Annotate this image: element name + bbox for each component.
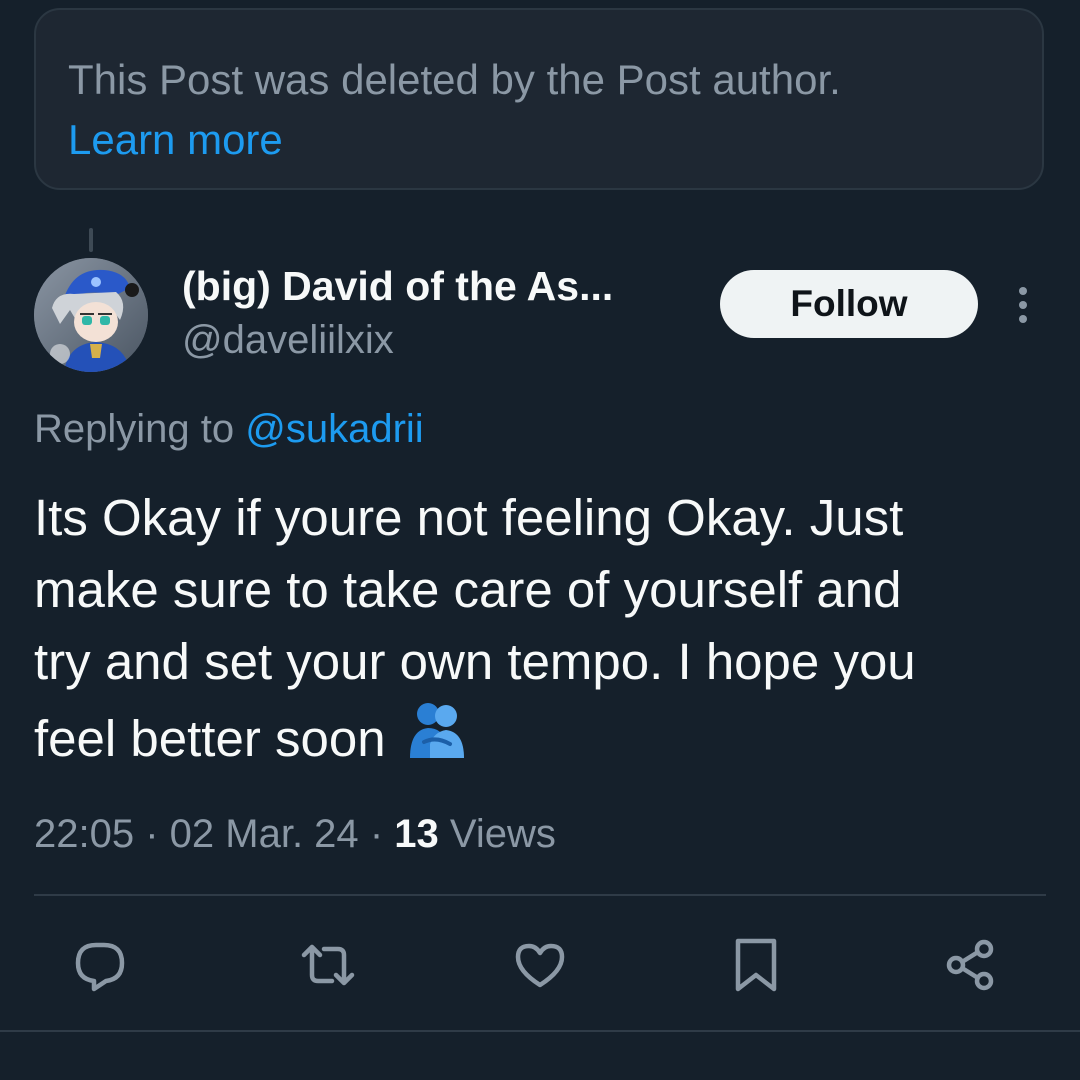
post-text-line: try and set your own tempo. I hope you bbox=[34, 633, 916, 690]
post-text: Its Okay if youre not feeling Okay. Just… bbox=[34, 482, 1044, 775]
replying-prefix: Replying to bbox=[34, 407, 235, 451]
repost-icon bbox=[301, 944, 355, 986]
replying-to-line: Replying to @sukadrii bbox=[34, 402, 424, 456]
learn-more-link[interactable]: Learn more bbox=[68, 110, 283, 170]
bookmark-icon bbox=[735, 938, 777, 992]
reply-icon bbox=[75, 942, 125, 992]
post-text-line: make sure to take care of yourself and bbox=[34, 561, 902, 618]
share-icon bbox=[946, 939, 994, 991]
bookmark-button[interactable] bbox=[721, 930, 791, 1000]
reply-button[interactable] bbox=[65, 930, 135, 1000]
separator-dot: · bbox=[145, 812, 170, 856]
people-hugging-emoji-icon bbox=[409, 703, 464, 758]
divider bbox=[34, 894, 1046, 896]
thread-connector-line bbox=[89, 228, 93, 252]
post-detail-page: This Post was deleted by the Post author… bbox=[0, 0, 1080, 1080]
author-handle[interactable]: @daveliilxix bbox=[182, 314, 394, 366]
anime-character-avatar-icon bbox=[34, 258, 148, 372]
deleted-post-notice: This Post was deleted by the Post author… bbox=[34, 8, 1044, 190]
heart-icon bbox=[515, 943, 565, 988]
post-action-bar bbox=[0, 930, 1080, 1000]
post-text-line: feel better soon bbox=[34, 710, 386, 767]
divider bbox=[0, 1030, 1080, 1032]
post-metadata: 22:05 · 02 Mar. 24 · 13 Views bbox=[34, 806, 556, 862]
like-button[interactable] bbox=[505, 930, 575, 1000]
post-text-line: Its Okay if youre not feeling Okay. Just bbox=[34, 489, 904, 546]
post-date[interactable]: 02 Mar. 24 bbox=[170, 812, 359, 856]
author-display-name[interactable]: (big) David of the As... bbox=[182, 260, 613, 312]
deleted-notice-text: This Post was deleted by the Post author… bbox=[68, 56, 841, 103]
follow-button[interactable]: Follow bbox=[720, 270, 978, 338]
avatar[interactable] bbox=[34, 258, 148, 372]
share-button[interactable] bbox=[935, 930, 1005, 1000]
post-text-last-line: feel better soon bbox=[34, 698, 1044, 775]
views-count: 13 bbox=[394, 812, 439, 856]
repost-button[interactable] bbox=[293, 930, 363, 1000]
reply-mention-link[interactable]: @sukadrii bbox=[245, 407, 423, 451]
more-options-icon[interactable] bbox=[1006, 284, 1040, 326]
separator-dot: · bbox=[369, 812, 395, 856]
views-label: Views bbox=[449, 812, 556, 856]
post-time[interactable]: 22:05 bbox=[34, 812, 134, 856]
